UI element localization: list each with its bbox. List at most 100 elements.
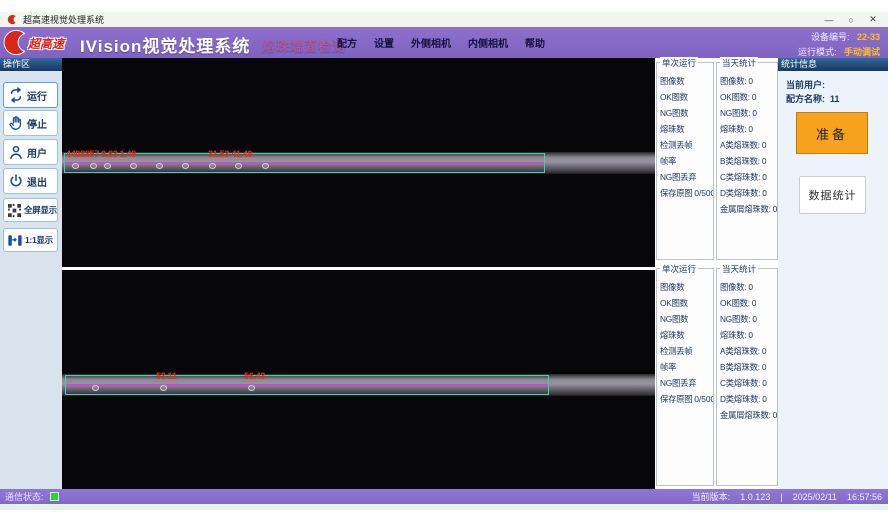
info-panel-title: 统计信息 [778, 58, 888, 71]
stat-row: 图像数:0 [720, 278, 777, 294]
user-button[interactable]: 用户 [3, 139, 58, 165]
single-run-stats-outer: 单次运行 图像数 OK图数 NG图数 熔珠数 检 [656, 62, 714, 260]
comm-status-label: 通信状态: [5, 490, 44, 503]
stat-value: 0 [752, 92, 757, 102]
stat-row: OK图数 [660, 294, 713, 310]
today-stats-outer: 当天统计 图像数:0 OK图数:0 NG图数:0 熔珠数:0 [716, 62, 778, 260]
close-button[interactable]: ✕ [862, 12, 884, 27]
stat-label: B类熔珠数: [720, 156, 760, 166]
measurement-annotation: 53.11 [156, 371, 177, 381]
menu-inner-camera[interactable]: 内侧相机 [468, 35, 508, 50]
run-button[interactable]: 运行 [3, 82, 58, 108]
main-menu: 配方 设置 外侧相机 内侧相机 帮助 [337, 27, 545, 58]
recipe-name-label: 配方名称: [786, 94, 825, 104]
bead-marker [235, 163, 242, 169]
stat-row: 检测丢帧 [660, 342, 713, 358]
one-to-one-icon [8, 234, 22, 247]
stat-label: NG图数 [660, 314, 688, 324]
minimize-button[interactable]: — [818, 12, 840, 27]
menu-settings[interactable]: 设置 [374, 35, 394, 50]
menu-outer-camera[interactable]: 外侧相机 [411, 35, 451, 50]
stat-row: D类熔珠数:0 [720, 184, 777, 200]
stat-label: OK图数: [720, 92, 750, 102]
stat-label: 熔珠数: [720, 124, 746, 134]
stat-label: NG图数: [720, 108, 750, 118]
stat-row: NG图丢弃 [660, 168, 713, 184]
stat-value: 0 [762, 346, 767, 356]
stat-label: OK图数 [660, 92, 688, 102]
stat-label: NG图丢弃 [660, 378, 696, 388]
stat-row: NG图丢弃 [660, 374, 713, 390]
one-to-one-button-label: 1:1显示 [25, 234, 53, 246]
prepare-button[interactable]: 准备 [796, 112, 868, 154]
recipe-name-row: 配方名称:11 [786, 92, 840, 105]
stat-row: 熔珠数 [660, 326, 713, 342]
stat-label: C类熔珠数: [720, 378, 760, 388]
stat-label: 图像数: [720, 76, 746, 86]
stat-row: NG图数:0 [720, 104, 777, 120]
stat-label: 检测丢帧 [660, 346, 692, 356]
header-device-info: 设备编号: 22-33 运行模式: 手动调试 [798, 29, 880, 59]
stat-value: 0 [748, 330, 753, 340]
stat-value: 0 [762, 172, 767, 182]
stat-label: D类熔珠数: [720, 188, 760, 198]
stat-row: C类熔珠数:0 [720, 374, 777, 390]
statusbar: 通信状态: 当前版本: 1.0.123 | 2025/02/11 16:57:5… [0, 489, 888, 504]
stat-row: D类熔珠数:0 [720, 390, 777, 406]
exit-button[interactable]: 退出 [3, 168, 58, 194]
run-mode-value: 手动调试 [844, 47, 880, 57]
maximize-button[interactable]: ○ [840, 12, 862, 27]
measurement-annotation: 56.43 [244, 371, 265, 381]
stat-label: B类熔珠数: [720, 362, 760, 372]
stat-label: 保存原图 [660, 188, 692, 198]
stat-label: OK图数 [660, 298, 688, 308]
camera-view-inner: 53.11 56.43 [62, 270, 655, 489]
current-user-row: 当前用户: [786, 78, 830, 91]
stat-value: 0 [762, 140, 767, 150]
stat-label: 金属屑熔珠数: [720, 410, 771, 420]
one-to-one-button[interactable]: 1:1显示 [3, 228, 58, 252]
stop-button[interactable]: 停止 [3, 110, 58, 136]
fullscreen-button[interactable]: 全屏显示 [3, 198, 58, 222]
stat-value: 0/500 [694, 188, 713, 198]
version-label: 当前版本: [692, 490, 731, 503]
statusbar-right: 当前版本: 1.0.123 | 2025/02/11 16:57:56 [692, 490, 882, 503]
titlebar: 超高速视觉处理系统 — ○ ✕ [0, 12, 888, 27]
stat-value: 0 [748, 124, 753, 134]
laser-line [65, 162, 544, 164]
version-value: 1.0.123 [740, 492, 770, 502]
stat-label: 熔珠数 [660, 330, 684, 340]
stat-value: 0 [762, 378, 767, 388]
window-controls: — ○ ✕ [818, 12, 884, 27]
info-panel: 统计信息 当前用户: 配方名称:11 准备 数据统计 [778, 58, 888, 489]
groupbox-title: 单次运行 [660, 263, 698, 275]
stat-label: 图像数 [660, 282, 684, 292]
stat-value: 0 [748, 282, 753, 292]
stat-label: A类熔珠数: [720, 346, 760, 356]
groupbox-title: 当天统计 [720, 263, 758, 275]
stat-row: 金属屑熔珠数:0 [720, 200, 777, 216]
stat-row: 熔珠数 [660, 120, 713, 136]
bead-marker [90, 163, 97, 169]
stat-row: OK图数:0 [720, 88, 777, 104]
app-window: 超高速视觉处理系统 — ○ ✕ 超高速 IVision视觉处理系统 熔珠端面检测… [0, 0, 888, 522]
stat-label: C类熔珠数: [720, 172, 760, 182]
window-title: 超高速视觉处理系统 [23, 13, 104, 26]
stat-value: 0 [762, 156, 767, 166]
stat-value: 0 [752, 108, 757, 118]
stat-row: NG图数 [660, 104, 713, 120]
exit-button-label: 退出 [27, 174, 47, 189]
power-icon [8, 173, 24, 189]
bead-marker [156, 163, 163, 169]
stat-value: 0 [762, 394, 767, 404]
bead-marker [262, 163, 269, 169]
sidebar-title: 操作区 [0, 58, 62, 71]
stat-row: 帧率 [660, 358, 713, 374]
menu-help[interactable]: 帮助 [525, 35, 545, 50]
bead-marker [92, 385, 99, 391]
measurement-annotation: 31.53 41.49 [208, 149, 252, 159]
groupbox-title: 单次运行 [660, 57, 698, 69]
menu-recipe[interactable]: 配方 [337, 35, 357, 50]
data-statistics-button[interactable]: 数据统计 [799, 176, 866, 214]
bead-marker [104, 163, 111, 169]
